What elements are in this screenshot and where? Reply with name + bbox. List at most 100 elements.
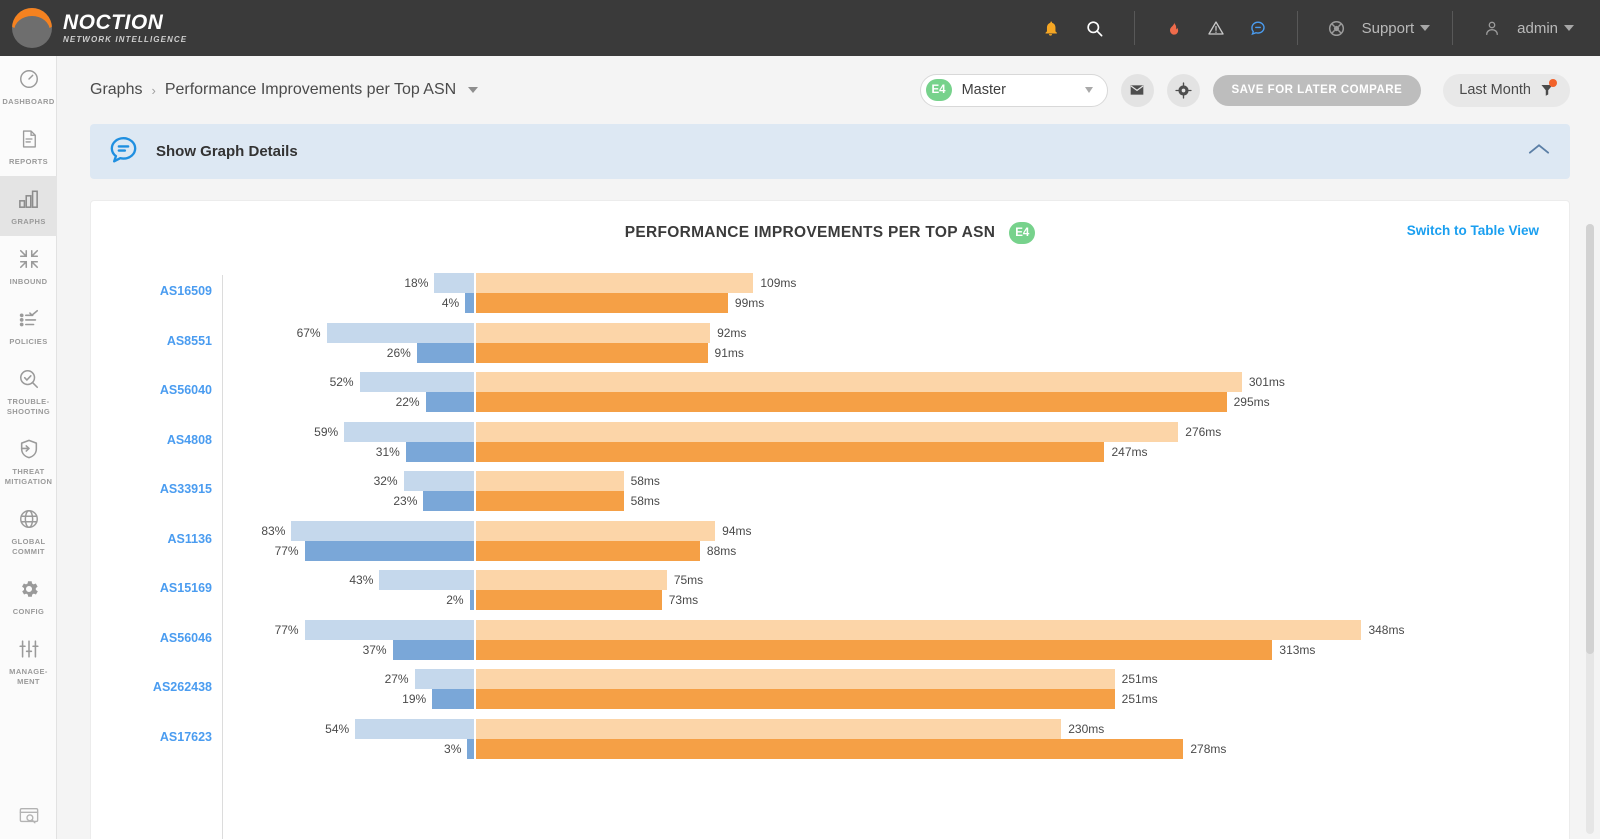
sidebar-item-global-commit[interactable]: GLOBAL COMMIT xyxy=(0,496,57,566)
sidebar-item-policies[interactable]: POLICIES xyxy=(0,296,57,356)
bar-left-percent[interactable] xyxy=(344,421,474,442)
brand-tagline: NETWORK INTELLIGENCE xyxy=(63,35,188,44)
policy-selector[interactable]: E4 Master xyxy=(919,73,1108,107)
sidebar-item-dashboard[interactable]: DASHBOARD xyxy=(0,56,57,116)
search-icon[interactable] xyxy=(1078,11,1112,45)
page-scrollbar[interactable] xyxy=(1586,224,1594,834)
checklist-icon xyxy=(2,306,55,332)
bar-right-latency[interactable] xyxy=(476,718,1062,739)
chart-row-dark[interactable]: 77% 88ms xyxy=(91,540,1569,561)
brand-logo[interactable]: NOCTION NETWORK INTELLIGENCE xyxy=(0,8,187,48)
bar-right-latency[interactable] xyxy=(476,738,1184,759)
bar-left-percent[interactable] xyxy=(403,471,474,491)
warning-icon[interactable] xyxy=(1199,11,1233,45)
bar-right-latency[interactable] xyxy=(476,441,1105,462)
chart-row-dark[interactable]: 2% 73ms xyxy=(91,590,1569,610)
chevron-up-icon[interactable] xyxy=(1528,142,1550,161)
alerts-group xyxy=(1012,10,1134,46)
chart-row-light[interactable]: 83% 94ms xyxy=(91,520,1569,541)
save-for-later-compare-button[interactable]: SAVE FOR LATER COMPARE xyxy=(1212,74,1422,106)
bar-left-percent[interactable] xyxy=(416,342,474,363)
bar-right-latency[interactable] xyxy=(476,520,716,541)
chevron-down-icon xyxy=(1420,25,1431,31)
chart-row-light[interactable]: 32% 58ms xyxy=(91,471,1569,491)
sidebar-item-management[interactable]: MANAGE- MENT xyxy=(0,626,57,696)
bar-left-percent[interactable] xyxy=(405,441,474,462)
chevron-down-icon[interactable] xyxy=(468,87,479,93)
chart-row-dark[interactable]: 19% 251ms xyxy=(91,689,1569,709)
bar-right-latency[interactable] xyxy=(476,619,1362,640)
chart-group: AS4808 59% 276ms 31% 247ms xyxy=(91,421,1569,464)
bar-left-percent[interactable] xyxy=(304,540,474,561)
bar-right-latency[interactable] xyxy=(476,392,1227,412)
sidebar-item-reports[interactable]: REPORTS xyxy=(0,116,57,176)
chart-row-light[interactable]: 54% 230ms xyxy=(91,718,1569,739)
sidebar-item-threat-mitigation[interactable]: THREAT MITIGATION xyxy=(0,426,57,496)
sidebar-item-config[interactable]: CONFIG xyxy=(0,566,57,626)
switch-to-table-view-link[interactable]: Switch to Table View xyxy=(1407,223,1539,238)
bar-right-latency[interactable] xyxy=(476,590,662,610)
email-report-button[interactable] xyxy=(1120,73,1154,107)
bar-left-percent[interactable] xyxy=(432,689,474,709)
crosshair-button[interactable] xyxy=(1166,73,1200,107)
chart-row-light[interactable]: 43% 75ms xyxy=(91,570,1569,590)
bar-left-percent[interactable] xyxy=(425,392,474,412)
bar-left-percent[interactable] xyxy=(359,372,474,392)
bar-right-latency[interactable] xyxy=(476,669,1115,689)
chart-row-dark[interactable]: 4% 99ms xyxy=(91,293,1569,313)
bar-left-percent[interactable] xyxy=(379,570,474,590)
support-menu[interactable]: Support xyxy=(1298,10,1453,46)
chart-row-dark[interactable]: 3% 278ms xyxy=(91,738,1569,759)
chat-icon[interactable] xyxy=(1241,11,1275,45)
show-graph-details-banner[interactable]: Show Graph Details xyxy=(90,124,1570,179)
bar-left-percent[interactable] xyxy=(469,590,474,610)
bar-right-latency[interactable] xyxy=(476,293,728,313)
bar-right-latency[interactable] xyxy=(476,540,700,561)
bar-left-percent[interactable] xyxy=(465,293,474,313)
bar-right-latency[interactable] xyxy=(476,491,624,511)
sidebar-item-graphs[interactable]: GRAPHS xyxy=(0,176,57,236)
flame-icon[interactable] xyxy=(1157,11,1191,45)
chart-row-light[interactable]: 77% 348ms xyxy=(91,619,1569,640)
chart-row-dark[interactable]: 31% 247ms xyxy=(91,441,1569,462)
bar-left-percent[interactable] xyxy=(326,322,474,343)
chart-row-dark[interactable]: 26% 91ms xyxy=(91,342,1569,363)
bar-left-percent[interactable] xyxy=(414,669,474,689)
bar-right-latency[interactable] xyxy=(476,570,667,590)
chart-row-light[interactable]: 18% 109ms xyxy=(91,273,1569,293)
bar-right-latency[interactable] xyxy=(476,342,708,363)
bar-left-percent[interactable] xyxy=(467,738,474,759)
bar-right-latency[interactable] xyxy=(476,639,1273,660)
bar-right-latency[interactable] xyxy=(476,421,1179,442)
bar-right-latency[interactable] xyxy=(476,273,754,293)
chart-row-light[interactable]: 27% 251ms xyxy=(91,669,1569,689)
user-menu[interactable]: admin xyxy=(1453,10,1600,46)
scrollbar-thumb[interactable] xyxy=(1586,224,1594,654)
sidebar-label: DASHBOARD xyxy=(2,97,55,106)
bar-left-percent[interactable] xyxy=(304,619,474,640)
sidebar-label: REPORTS xyxy=(8,157,49,166)
chart-row-dark[interactable]: 23% 58ms xyxy=(91,491,1569,511)
bell-icon[interactable] xyxy=(1034,11,1068,45)
latency-label: 230ms xyxy=(1068,721,1105,736)
chart-row-light[interactable]: 52% 301ms xyxy=(91,372,1569,392)
chart-row-dark[interactable]: 37% 313ms xyxy=(91,639,1569,660)
chart-row-light[interactable]: 67% 92ms xyxy=(91,322,1569,343)
chart-row-dark[interactable]: 22% 295ms xyxy=(91,392,1569,412)
bar-left-percent[interactable] xyxy=(434,273,474,293)
bar-right-latency[interactable] xyxy=(476,372,1242,392)
bar-right-latency[interactable] xyxy=(476,689,1115,709)
sidebar-item-troubleshooting[interactable]: TROUBLE- SHOOTING xyxy=(0,356,57,426)
bar-right-latency[interactable] xyxy=(476,322,711,343)
bar-left-percent[interactable] xyxy=(355,718,474,739)
date-range-button[interactable]: Last Month xyxy=(1443,73,1570,107)
chart-row-light[interactable]: 59% 276ms xyxy=(91,421,1569,442)
latency-label: 73ms xyxy=(668,593,699,607)
bar-left-percent[interactable] xyxy=(423,491,474,511)
sidebar-item-inbound[interactable]: INBOUND xyxy=(0,236,57,296)
window-inspect-icon[interactable] xyxy=(0,803,57,829)
bar-left-percent[interactable] xyxy=(291,520,474,541)
bar-right-latency[interactable] xyxy=(476,471,624,491)
breadcrumb-root[interactable]: Graphs xyxy=(90,81,142,99)
bar-left-percent[interactable] xyxy=(392,639,474,660)
